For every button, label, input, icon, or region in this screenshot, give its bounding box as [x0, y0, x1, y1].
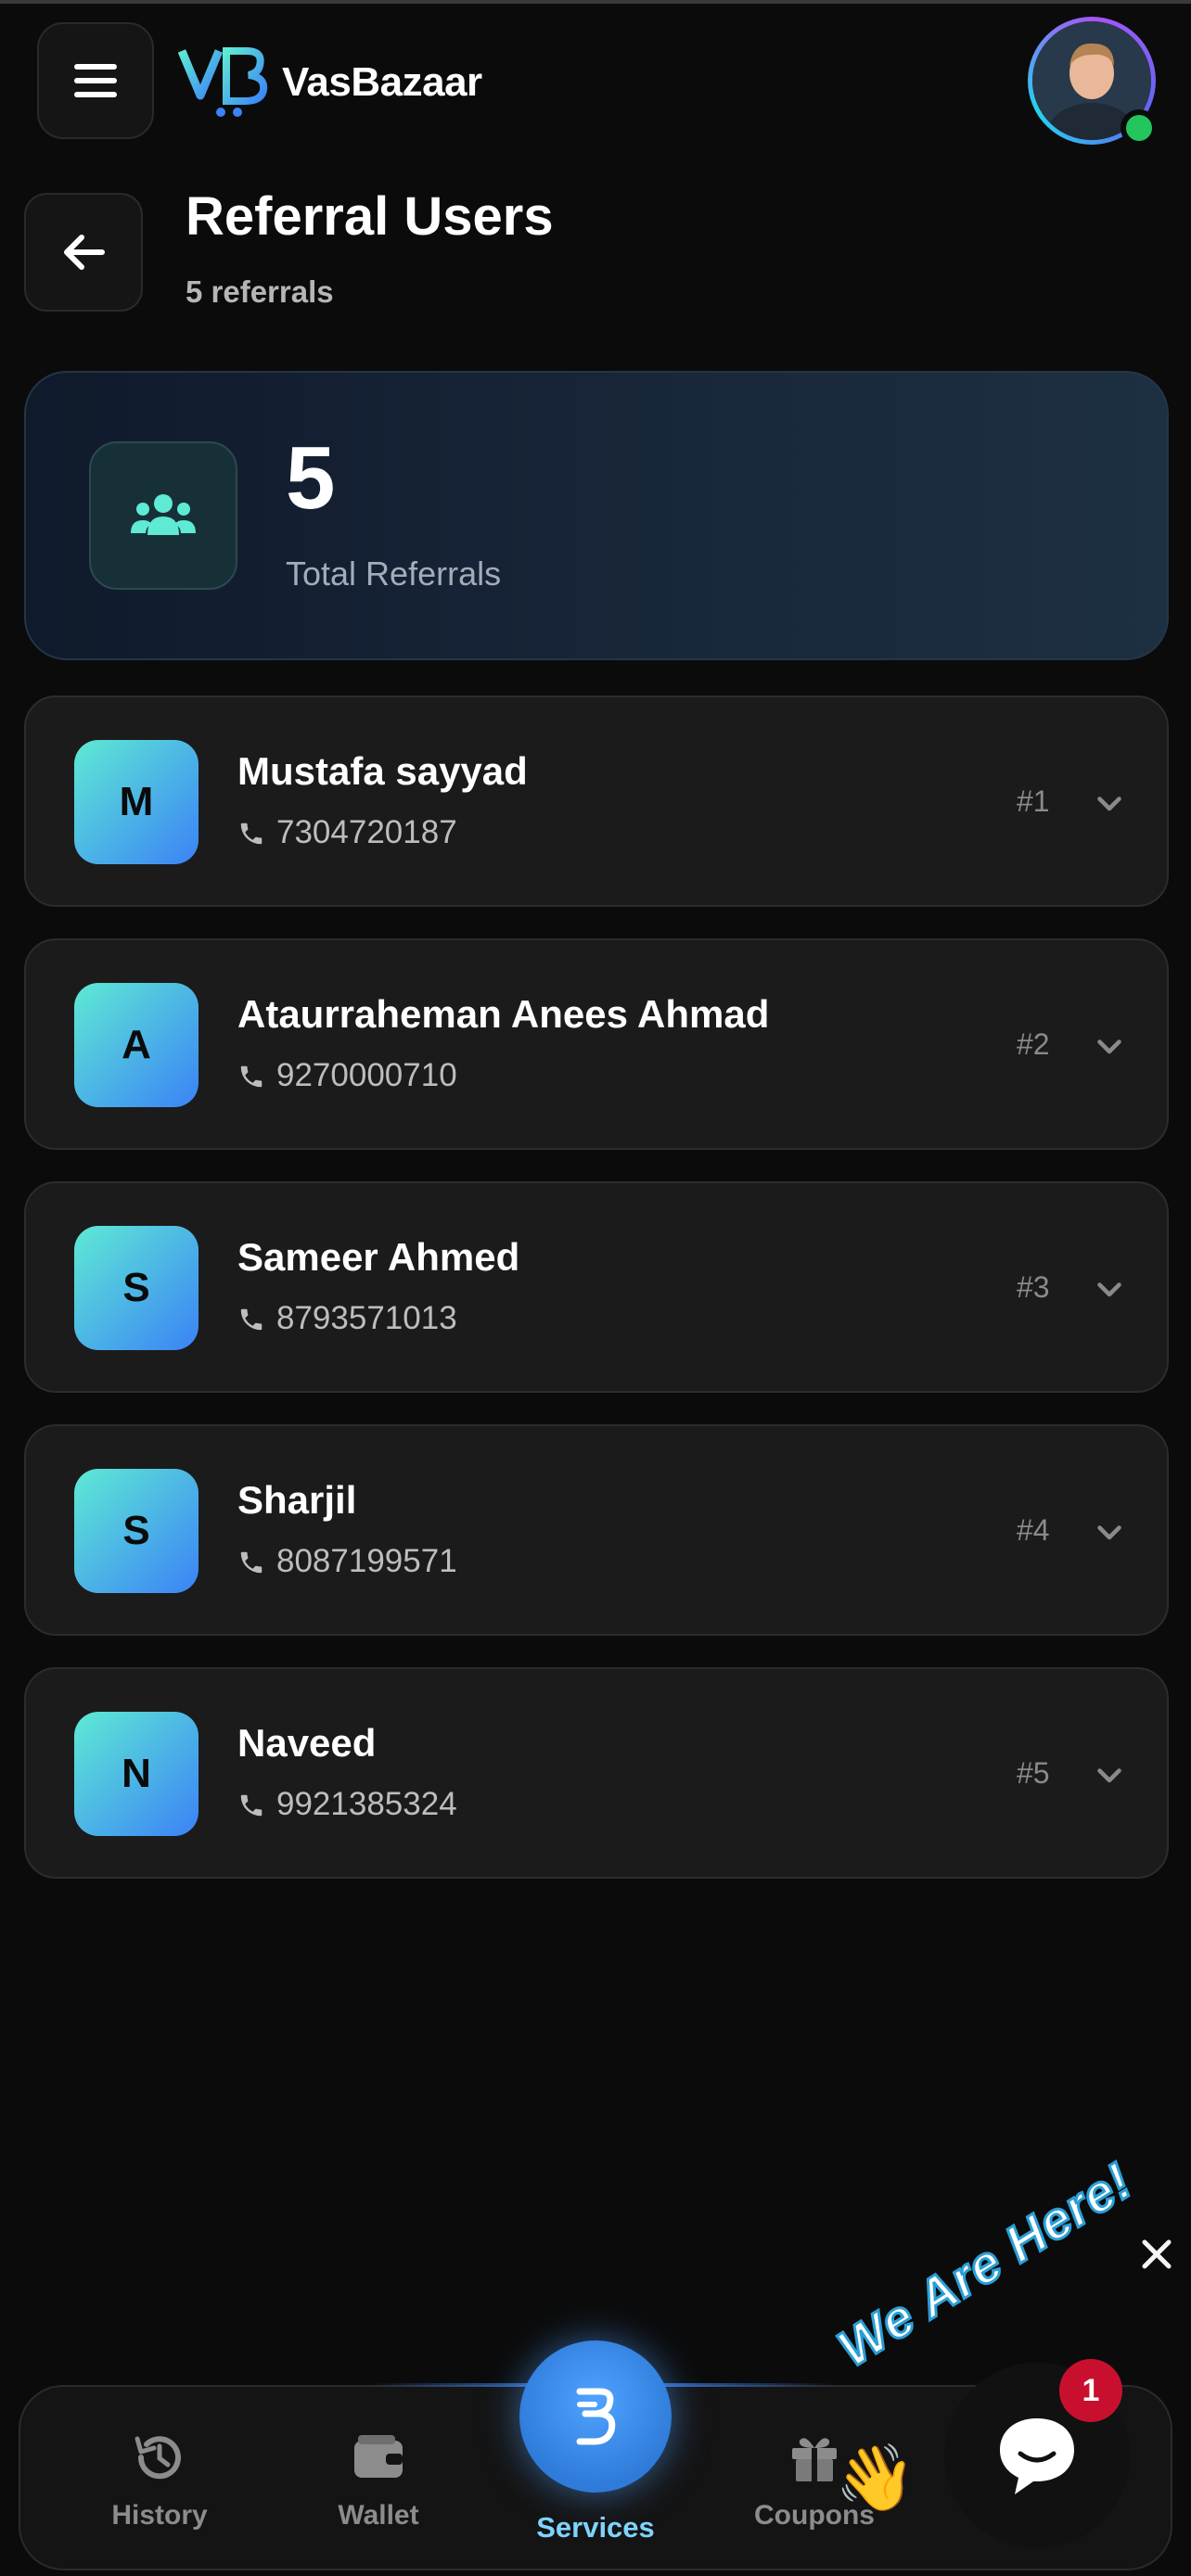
- menu-button[interactable]: [37, 22, 154, 139]
- referral-initial-avatar: S: [74, 1226, 198, 1350]
- chevron-down-icon[interactable]: [1093, 1515, 1126, 1549]
- nav-services-button[interactable]: [519, 2340, 672, 2493]
- referral-card[interactable]: N Naveed 9921385324 #5: [24, 1667, 1169, 1879]
- app-logo[interactable]: VasBazaar: [178, 43, 482, 122]
- chat-promo-tag: We Are Here!: [826, 2149, 1144, 2379]
- online-status-indicator: [1121, 109, 1158, 147]
- waving-hand-icon: 👋: [835, 2442, 916, 2514]
- chevron-down-icon[interactable]: [1093, 1029, 1126, 1063]
- referral-initial-avatar: S: [74, 1469, 198, 1593]
- phone-icon: [240, 1308, 263, 1331]
- total-referrals-value: 5: [286, 428, 336, 528]
- referral-initial-avatar: M: [74, 740, 198, 864]
- referral-initial-avatar: A: [74, 983, 198, 1107]
- referral-phone: 7304720187: [276, 814, 457, 850]
- referral-rank: #2: [1017, 1027, 1050, 1061]
- phone-icon: [240, 1065, 263, 1088]
- referral-rank: #1: [1017, 784, 1050, 818]
- phone-icon: [240, 823, 263, 845]
- wallet-icon: [354, 2435, 403, 2478]
- history-icon: [134, 2436, 181, 2480]
- referral-phone: 9921385324: [276, 1786, 457, 1822]
- nav-history[interactable]: History: [67, 2428, 252, 2539]
- referral-phone: 8087199571: [276, 1543, 457, 1579]
- total-referrals-card: 5 Total Referrals: [24, 371, 1169, 660]
- services-icon: [576, 2388, 616, 2445]
- nav-wallet-label: Wallet: [338, 2500, 419, 2531]
- nav-history-label: History: [111, 2500, 208, 2531]
- referral-name: Naveed: [237, 1721, 377, 1765]
- phone-icon: [240, 1551, 263, 1574]
- nav-services-label: Services: [536, 2511, 655, 2544]
- referral-users-page: VasBazaar Referral Users 5 referrals 5 T…: [0, 0, 1191, 2576]
- close-icon[interactable]: [1133, 2231, 1180, 2277]
- arrow-left-icon: [64, 235, 105, 270]
- hamburger-icon: [74, 64, 117, 97]
- chevron-down-icon[interactable]: [1093, 786, 1126, 820]
- referral-card[interactable]: M Mustafa sayyad 7304720187 #1: [24, 695, 1169, 907]
- users-group-icon: [89, 441, 237, 590]
- phone-icon: [240, 1794, 263, 1817]
- vasbazaar-logo-icon: [178, 47, 268, 117]
- referral-name: Mustafa sayyad: [237, 749, 528, 793]
- chevron-down-icon[interactable]: [1093, 1758, 1126, 1792]
- page-title: Referral Users: [186, 186, 554, 247]
- total-referrals-label: Total Referrals: [286, 555, 502, 593]
- top-divider: [0, 0, 1191, 4]
- referral-phone: 8793571013: [276, 1300, 457, 1336]
- referral-rank: #3: [1017, 1270, 1050, 1304]
- referral-initial-avatar: N: [74, 1712, 198, 1836]
- back-button[interactable]: [24, 193, 143, 312]
- chat-bubble-icon: [1000, 2418, 1074, 2494]
- logo-text: VasBazaar: [282, 59, 482, 105]
- nav-wallet[interactable]: Wallet: [286, 2428, 471, 2539]
- referral-rank: #5: [1017, 1756, 1050, 1790]
- referral-rank: #4: [1017, 1513, 1050, 1547]
- referral-phone: 9270000710: [276, 1057, 457, 1093]
- referral-card[interactable]: S Sharjil 8087199571 #4: [24, 1424, 1169, 1636]
- referral-name: Sharjil: [237, 1478, 357, 1522]
- referral-card[interactable]: A Ataurraheman Anees Ahmad 9270000710 #2: [24, 938, 1169, 1150]
- referral-count-subtitle: 5 referrals: [186, 274, 334, 309]
- chat-unread-badge: 1: [1059, 2359, 1122, 2422]
- chevron-down-icon[interactable]: [1093, 1272, 1126, 1306]
- referral-name: Sameer Ahmed: [237, 1235, 520, 1279]
- referral-name: Ataurraheman Anees Ahmad: [237, 992, 770, 1036]
- referral-card[interactable]: S Sameer Ahmed 8793571013 #3: [24, 1181, 1169, 1393]
